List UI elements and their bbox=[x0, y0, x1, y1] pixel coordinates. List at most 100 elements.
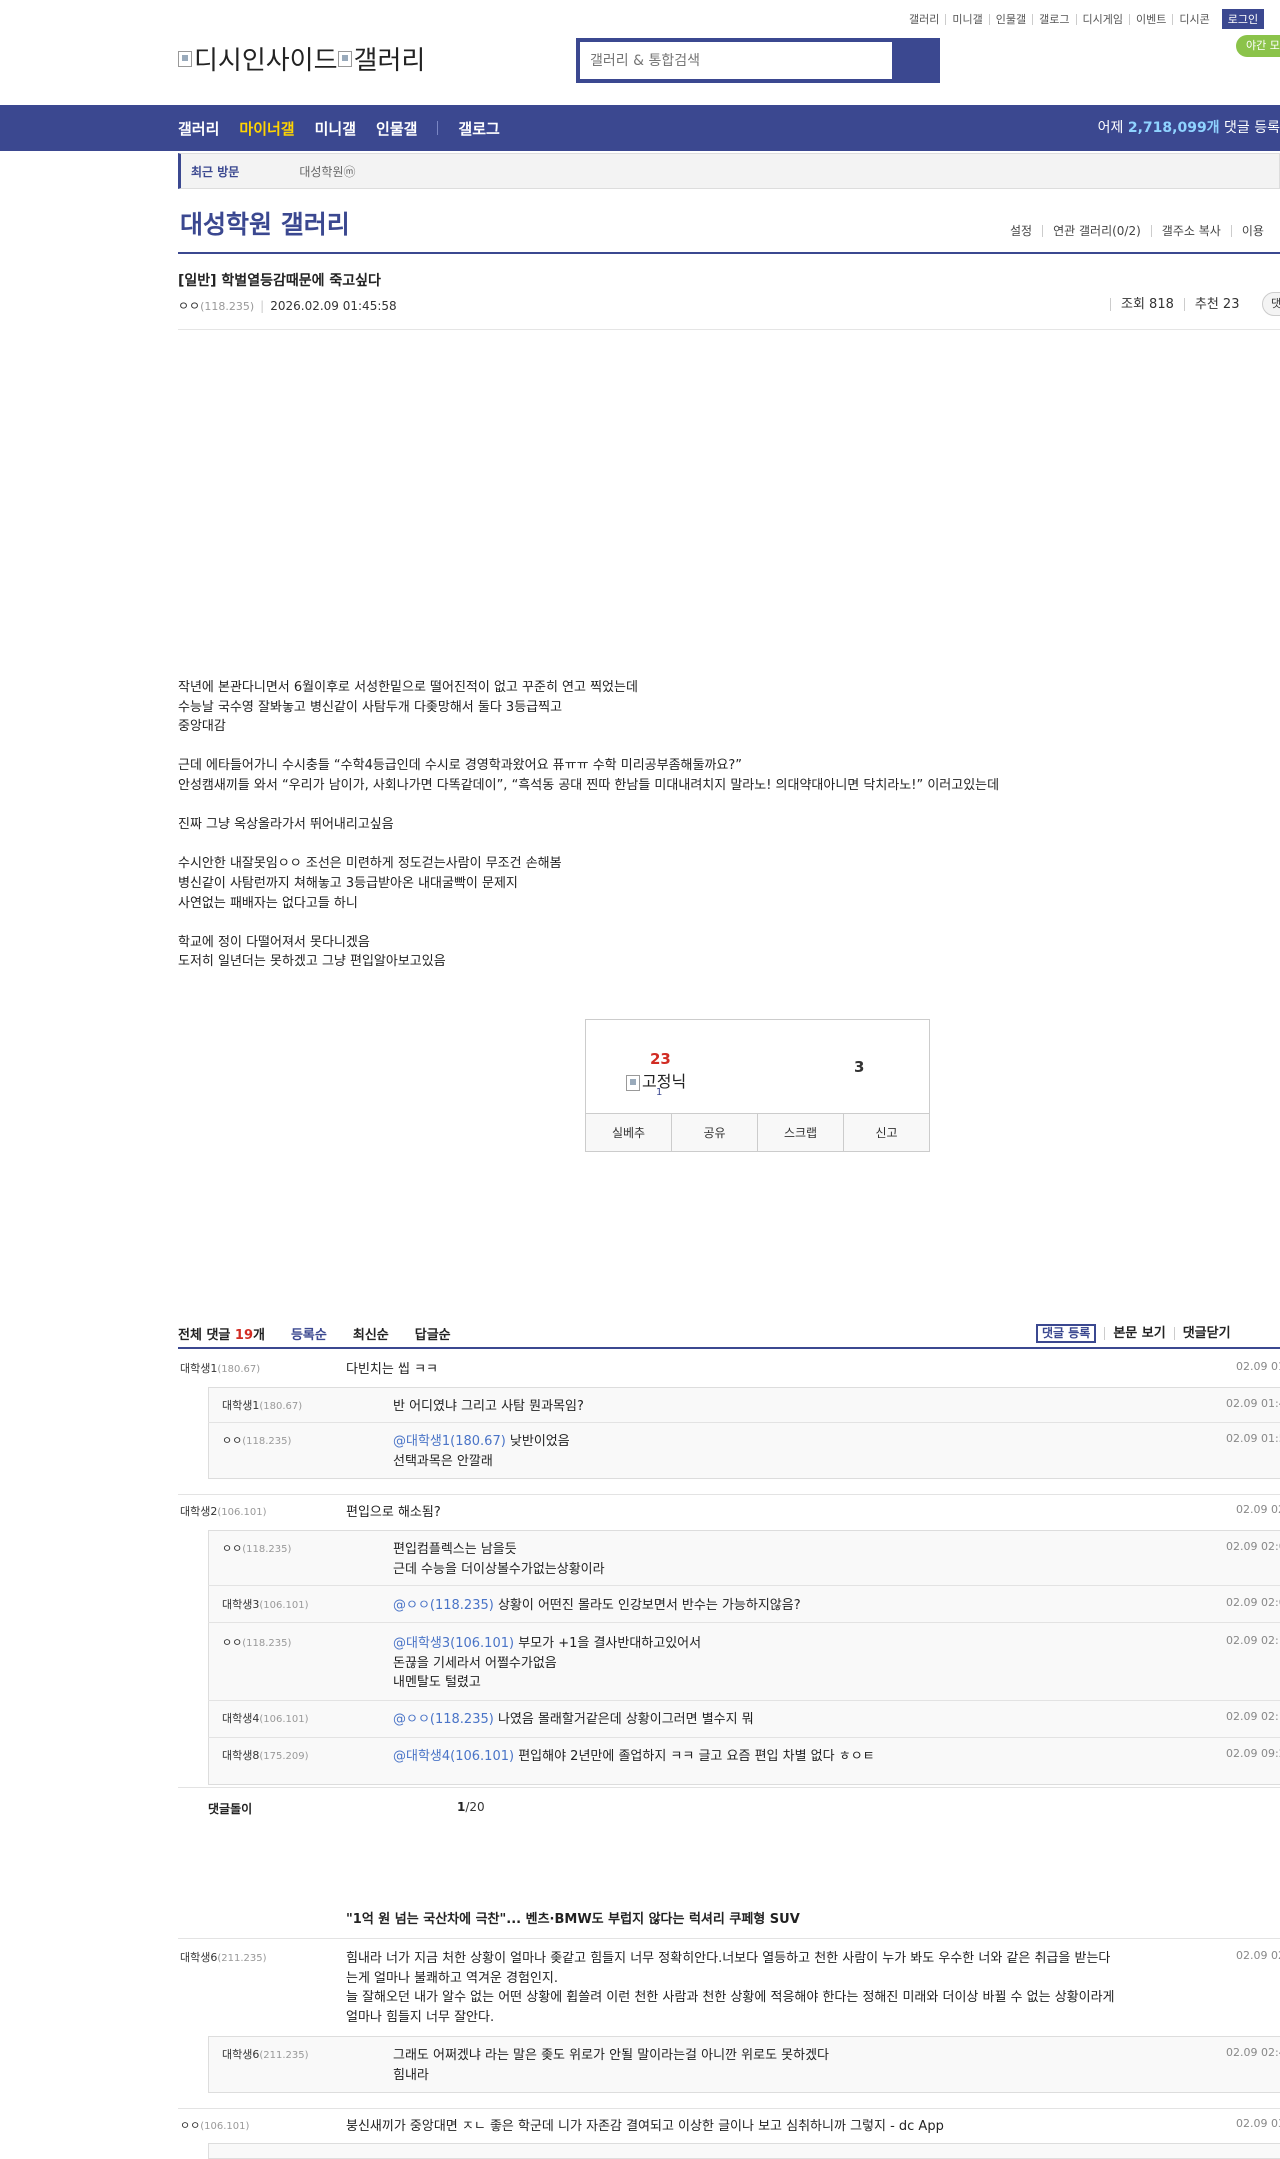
view-body-button[interactable]: 본문 보기 bbox=[1104, 1326, 1166, 1340]
comment-text: @대학생3(106.101) 부모가 +1을 결사반대하고있어서 돈끊을 기세라서… bbox=[393, 1636, 702, 1691]
comment-nick[interactable]: 대학생4(106.101) bbox=[222, 1710, 309, 1726]
divider bbox=[208, 1585, 1280, 1586]
site-logo[interactable]: 디시인사이드 갤러리 bbox=[178, 40, 425, 77]
comment-nick[interactable]: ㅇㅇ(118.235) bbox=[222, 1540, 291, 1556]
settings-link[interactable]: 설정 bbox=[1000, 225, 1042, 237]
related-gallery-link[interactable]: 연관 갤러리(0/2) bbox=[1042, 225, 1151, 237]
main-nav: 갤러리 마이너갤 미니갤 인물갤 갤로그 어제 2,718,099개 댓글 등록 bbox=[0, 105, 1280, 151]
comment-text: 붕신새끼가 중앙대면 ㅈㄴ 좋은 학군데 니가 자존감 결여되고 이상한 글이나… bbox=[346, 2119, 944, 2134]
night-mode-toggle[interactable]: 야간 모드 bbox=[1236, 35, 1280, 57]
recent-visit-label[interactable]: 최근 방문 bbox=[191, 163, 239, 180]
post-stats: 조회 818 추천 23 댓 bbox=[1110, 292, 1280, 316]
comment-mention[interactable]: @대학생4(106.101) bbox=[393, 1749, 514, 1764]
gallery-title[interactable]: 대성학원 갤러리 bbox=[180, 205, 350, 241]
comment-text: 힘내라 너가 지금 처한 상황이 얼마나 좆같고 힘들지 너무 정확히안다.너보… bbox=[346, 1951, 1115, 2025]
comment-date: 02.09 02:1 bbox=[1226, 1710, 1280, 1723]
gallery-tools: 설정 연관 갤러리(0/2) 갤주소 복사 이용 bbox=[1000, 225, 1274, 237]
sort-registered[interactable]: 등록순 bbox=[291, 1324, 327, 1343]
top-link-person[interactable]: 인물갤 bbox=[988, 13, 1032, 25]
top-link-gallery[interactable]: 갤러리 bbox=[903, 14, 945, 25]
comment-date: 02.09 01 bbox=[1236, 1360, 1280, 1373]
comment-nick[interactable]: 대학생8(175.209) bbox=[222, 1747, 309, 1763]
divider bbox=[178, 1494, 1280, 1495]
post-recommend-count: 추천 23 bbox=[1183, 298, 1250, 311]
comment-nick[interactable]: 대학생3(106.101) bbox=[222, 1596, 309, 1612]
comment-nick[interactable]: 대학생6(211.235) bbox=[180, 1949, 267, 1965]
post-author-ip: (118.235) bbox=[200, 300, 255, 313]
broken-image-icon bbox=[178, 50, 192, 67]
comment-nick[interactable]: ㅇㅇ(118.235) bbox=[222, 1634, 291, 1650]
recommend-up-count: 23 bbox=[650, 1050, 671, 1068]
comment-nick[interactable]: 대학생6(211.235) bbox=[222, 2046, 309, 2062]
comment-date: 02.09 01:4 bbox=[1226, 1397, 1280, 1410]
post-body: 작년에 본관다니면서 6월이후로 서성한밑으로 떨어진적이 없고 꾸준히 연고 … bbox=[178, 678, 1078, 972]
nav-item-person[interactable]: 인물갤 bbox=[376, 118, 417, 139]
close-comments-button[interactable]: 댓글닫기 bbox=[1173, 1326, 1231, 1340]
top-link-gallog[interactable]: 갤로그 bbox=[1032, 13, 1075, 25]
comment-nick[interactable]: 대학생2(106.101) bbox=[180, 1503, 267, 1519]
post-meta: ㅇㅇ(118.235) | 2026.02.09 01:45:58 bbox=[178, 299, 397, 313]
usage-link[interactable]: 이용 bbox=[1230, 225, 1274, 237]
reply-group bbox=[208, 2143, 1280, 2159]
post-views: 조회 818 bbox=[1110, 298, 1184, 311]
comment-text: 편입으로 해소됨? bbox=[346, 1505, 441, 1520]
comment-text: 반 어디였냐 그리고 사탐 뭔과목임? bbox=[393, 1399, 584, 1414]
top-link-game[interactable]: 디시게임 bbox=[1075, 13, 1129, 25]
best-recommend-button[interactable]: 실베추 bbox=[586, 1114, 671, 1151]
post-line: 진짜 그냥 옥상올라가서 뛰어내리고싶음 bbox=[178, 817, 394, 833]
comment-mention[interactable]: @대학생1(180.67) bbox=[393, 1434, 506, 1449]
nav-divider bbox=[437, 121, 439, 135]
ad-headline[interactable]: "1억 원 넘는 국산차에 극찬"... 벤츠·BMW도 부럽지 않다는 럭셔리… bbox=[346, 1908, 800, 1927]
divider bbox=[178, 2108, 1280, 2109]
recent-visit-gallery[interactable]: 대성학원ⓜ bbox=[299, 163, 355, 180]
post-title: [일반] 학벌열등감때문에 죽고싶다 bbox=[178, 273, 381, 289]
divider bbox=[208, 1700, 1280, 1701]
top-link-dccon[interactable]: 디시콘 bbox=[1172, 13, 1215, 25]
fixed-nick-count: 1 bbox=[656, 1087, 663, 1098]
comment-nick[interactable]: ㅇㅇ(106.101) bbox=[180, 2117, 249, 2133]
nav-item-gallog[interactable]: 갤로그 bbox=[458, 118, 499, 139]
comment-jump-button[interactable]: 댓 bbox=[1262, 292, 1280, 316]
top-link-event[interactable]: 이벤트 bbox=[1128, 13, 1172, 25]
nav-item-gallery[interactable]: 갤러리 bbox=[178, 118, 219, 139]
sort-latest[interactable]: 최신순 bbox=[353, 1324, 389, 1343]
post-line: 학교에 정이 다떨어져서 못다니겠음 bbox=[178, 934, 370, 950]
search-input[interactable] bbox=[580, 42, 892, 79]
post-line: 병신같이 사탐런까지 쳐해놓고 3등급받아온 내대굴빡이 문제지 bbox=[178, 875, 518, 891]
logo-alt-dcinside: 디시인사이드 bbox=[194, 46, 338, 76]
post-author[interactable]: ㅇㅇ bbox=[178, 299, 200, 313]
divider bbox=[178, 1938, 1280, 1939]
recommend-down-count[interactable]: 3 bbox=[854, 1058, 864, 1076]
divider bbox=[208, 1622, 1280, 1623]
comment-mention[interactable]: @ㅇㅇ(118.235) bbox=[393, 1712, 494, 1727]
top-link-mini[interactable]: 미니갤 bbox=[945, 13, 988, 25]
divider bbox=[178, 1347, 1280, 1349]
comment-pagination[interactable]: 1/20 bbox=[457, 1800, 485, 1814]
nav-item-minor[interactable]: 마이너갤 bbox=[239, 118, 294, 139]
comment-date: 02.09 02:0 bbox=[1226, 1596, 1280, 1609]
comment-date: 02.09 01:5 bbox=[1226, 1432, 1280, 1445]
scrap-button[interactable]: 스크랩 bbox=[757, 1114, 843, 1151]
search-bar bbox=[576, 38, 940, 83]
report-button[interactable]: 신고 bbox=[843, 1114, 929, 1151]
post-line bbox=[178, 913, 1078, 933]
comment-register-button[interactable]: 댓글 등록 bbox=[1036, 1323, 1097, 1343]
comment-mention[interactable]: @ㅇㅇ(118.235) bbox=[393, 1598, 494, 1613]
comment-nick[interactable]: 대학생1(180.67) bbox=[222, 1397, 302, 1413]
comment-nick[interactable]: ㅇㅇ(118.235) bbox=[222, 1432, 291, 1448]
post-line bbox=[178, 835, 1078, 855]
comment-date: 02.09 02:0 bbox=[1226, 1540, 1280, 1553]
divider bbox=[208, 1737, 1280, 1738]
recent-visit-bar: 최근 방문 대성학원ⓜ bbox=[178, 153, 1280, 189]
recommend-box: 23 고정닉 1 3 실베추 공유 스크랩 신고 bbox=[585, 1019, 930, 1152]
post-line: 사연없는 패배자는 없다고들 하니 bbox=[178, 895, 358, 911]
comment-nick[interactable]: 대학생1(180.67) bbox=[180, 1360, 260, 1376]
login-button[interactable]: 로그인 bbox=[1221, 9, 1265, 29]
copy-address-link[interactable]: 갤주소 복사 bbox=[1150, 225, 1231, 237]
nav-item-mini[interactable]: 미니갤 bbox=[315, 118, 356, 139]
comment-mention[interactable]: @대학생3(106.101) bbox=[393, 1636, 514, 1651]
share-button[interactable]: 공유 bbox=[671, 1114, 757, 1151]
sort-replies[interactable]: 답글순 bbox=[415, 1324, 451, 1343]
logo-alt-gallery: 갤러리 bbox=[353, 46, 426, 76]
search-button[interactable] bbox=[892, 42, 936, 79]
